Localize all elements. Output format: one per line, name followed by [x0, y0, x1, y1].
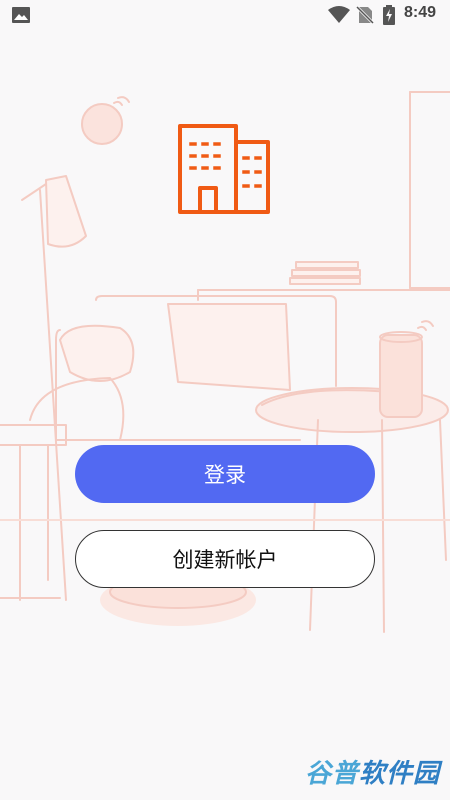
login-button[interactable]: 登录 [75, 445, 375, 503]
create-account-button-label: 创建新帐户 [172, 548, 278, 572]
background-illustration [0, 91, 450, 633]
status-time: 8:49 [404, 4, 437, 21]
building-icon [178, 124, 270, 214]
battery-charging-icon [383, 5, 395, 25]
wifi-icon [328, 6, 350, 23]
watermark: 谷普软件园 [304, 759, 440, 789]
no-sim-icon [356, 6, 374, 24]
gallery-icon [12, 7, 30, 23]
create-account-button[interactable]: 创建新帐户 [75, 530, 375, 588]
login-button-label: 登录 [204, 463, 246, 487]
status-bar: 8:49 [0, 0, 450, 30]
